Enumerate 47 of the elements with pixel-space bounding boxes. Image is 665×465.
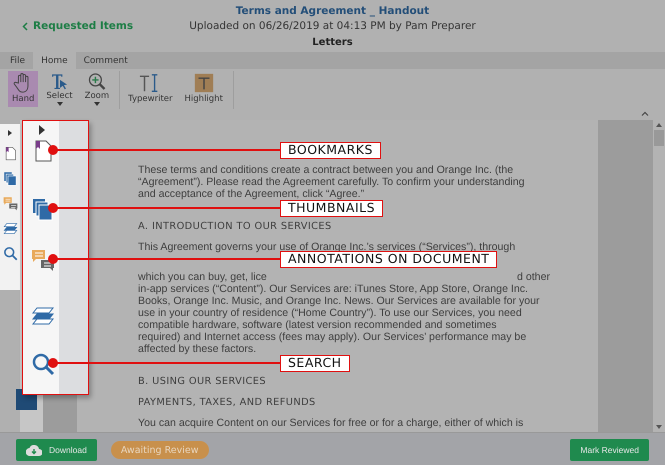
select-tool-button[interactable]: Select <box>42 71 77 107</box>
thumbnails-icon[interactable] <box>31 197 55 221</box>
callout-label: THUMBNAILS <box>280 200 384 217</box>
text-line: which you can buy, get, lice <box>138 271 267 283</box>
section-heading: B. USING OUR SERVICES <box>138 375 267 388</box>
text-line: use in your country of residence (“Home Country”). To use our Services, you need <box>138 307 523 319</box>
text-line: “Agreement”). Please read the Agreement carefully. To confirm your understanding <box>138 176 526 188</box>
text-line: required) and Internet access (fees may apply). Our Services’ performance may be <box>138 331 528 343</box>
ribbon-tab[interactable]: Home <box>33 52 76 69</box>
text-line: Books, Orange Inc. Music, and Orange Inc. News. Our Services are available for your <box>138 295 541 307</box>
text-line: affected by these factors. <box>138 343 258 355</box>
upload-info: Uploaded on 06/26/2019 at 04:13 PM by Pam Preparer <box>189 20 476 32</box>
text-line: compatible hardware, software (latest version recommended and sometimes <box>138 319 498 331</box>
hand-tool-button[interactable]: Hand <box>8 71 38 107</box>
zoom-tool-button[interactable]: Zoom <box>80 71 114 107</box>
section-heading: PAYMENTS, TAXES, AND REFUNDS <box>138 396 317 409</box>
callout-label: ANNOTATIONS ON DOCUMENT <box>280 251 498 268</box>
status-badge: Awaiting Review <box>110 441 208 459</box>
callout-label: SEARCH <box>280 355 350 372</box>
text-line: These terms and conditions create a contract between you and Orange Inc. (the <box>138 164 514 176</box>
collapse-ribbon-icon[interactable] <box>641 111 649 116</box>
typewriter-tool-button[interactable]: Typewriter <box>124 71 177 107</box>
text-line: d other <box>517 271 550 283</box>
ribbon-tab[interactable]: Comment <box>76 52 136 69</box>
download-button[interactable]: Download <box>16 439 97 461</box>
comments-icon[interactable] <box>2 196 18 211</box>
callout-label: BOOKMARKS <box>280 142 381 159</box>
section-heading: A. INTRODUCTION TO OUR SERVICES <box>138 220 333 233</box>
ribbon-tab[interactable]: File <box>2 52 34 69</box>
mark-reviewed-button[interactable]: Mark Reviewed <box>570 439 649 461</box>
expand-icon[interactable] <box>8 130 12 136</box>
text-line: in-app services (“Content”). Our Services are: iTunes Store, App Store, Orange Inc. <box>138 283 529 295</box>
highlight-icon <box>192 72 215 94</box>
document-title: Terms and Agreement _ Handout <box>236 4 430 16</box>
text-line: You can acquire Content on our Services for free or for a charge, either of which is <box>138 417 524 429</box>
highlight-tool-button[interactable]: Highlight <box>180 71 227 107</box>
cloud-download-icon <box>26 444 42 456</box>
search-icon[interactable] <box>2 246 18 261</box>
layers-icon[interactable] <box>2 221 18 236</box>
expand-icon[interactable] <box>39 125 45 135</box>
thumbnails-icon[interactable] <box>2 171 18 186</box>
search-icon[interactable] <box>31 352 55 376</box>
text-line: This Agreement governs your use of Orange Inc.’s services (“Services”), through <box>138 241 516 253</box>
chevron-left-icon <box>22 22 28 30</box>
text-line: and acceptance of the Agreement, click “Agree.” <box>138 188 366 200</box>
scrollbar[interactable] <box>653 120 665 432</box>
category-label: Letters <box>312 36 353 48</box>
